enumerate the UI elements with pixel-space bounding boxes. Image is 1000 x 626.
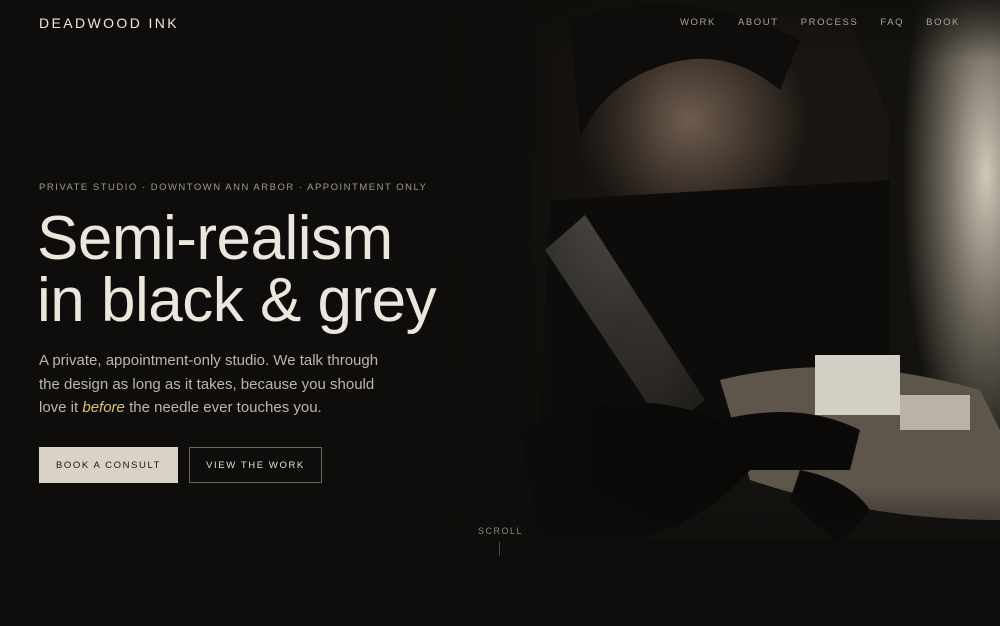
photo-fade-bottom: [0, 486, 1000, 626]
brand-logo[interactable]: DEADWOOD INK: [39, 15, 179, 31]
nav-item-process[interactable]: PROCESS: [801, 17, 859, 28]
nav-item-about[interactable]: ABOUT: [738, 17, 779, 28]
nav-menu: WORK ABOUT PROCESS FAQ BOOK: [658, 17, 960, 28]
view-work-button[interactable]: VIEW THE WORK: [189, 447, 322, 483]
nav-item-faq[interactable]: FAQ: [880, 17, 904, 28]
hero-headline: Semi-realism in black & grey: [37, 204, 437, 335]
nav-item-work[interactable]: WORK: [680, 17, 716, 28]
hero-lede: A private, appointment-only studio. We t…: [39, 349, 399, 420]
headline-line-1: Semi-realism: [37, 204, 393, 273]
lede-emphasis: before: [82, 399, 125, 416]
scroll-indicator-line: [499, 542, 500, 556]
headline-line-2: in black & grey: [37, 266, 437, 335]
hero-section: DEADWOOD INK WORK ABOUT PROCESS FAQ BOOK…: [0, 0, 1000, 626]
nav-item-book[interactable]: BOOK: [926, 17, 960, 28]
hero-eyebrow: PRIVATE STUDIO · DOWNTOWN ANN ARBOR · AP…: [39, 182, 428, 193]
top-nav: DEADWOOD INK WORK ABOUT PROCESS FAQ BOOK: [0, 0, 1000, 46]
lede-text-end: the needle ever touches you.: [124, 399, 322, 416]
scroll-indicator-label[interactable]: SCROLL: [478, 526, 523, 536]
book-consult-button[interactable]: BOOK A CONSULT: [39, 447, 178, 483]
